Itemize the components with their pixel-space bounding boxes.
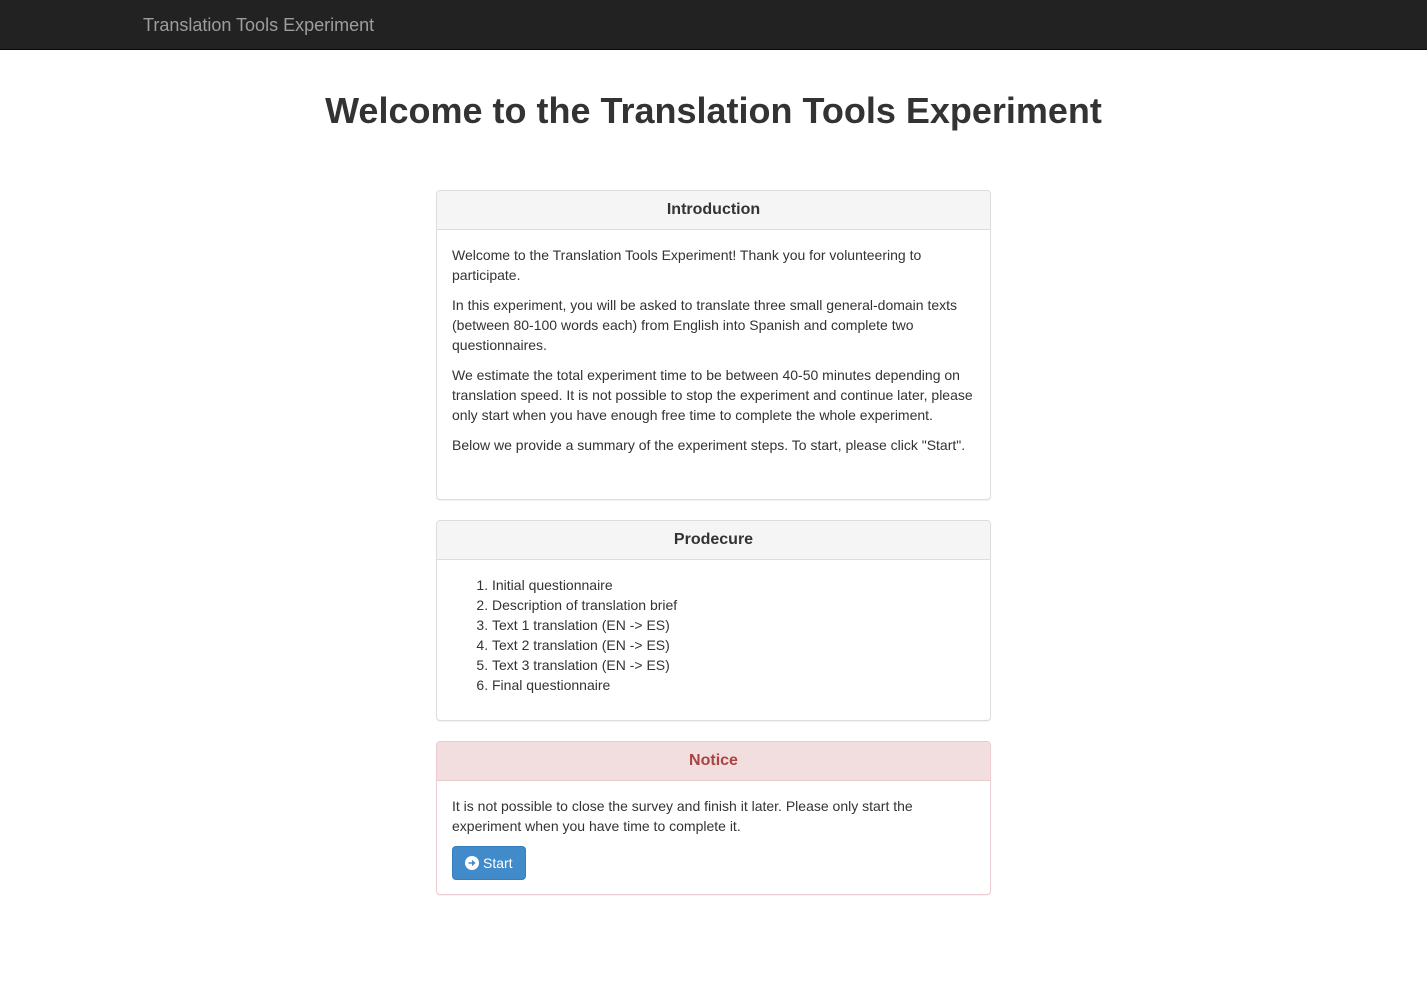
procedure-step: Description of translation brief	[492, 595, 975, 615]
procedure-panel: Prodecure Initial questionnaire Descript…	[436, 520, 991, 721]
top-navbar: Translation Tools Experiment	[0, 0, 1427, 50]
start-button-label: Start	[483, 855, 513, 871]
notice-body: It is not possible to close the survey a…	[437, 781, 990, 880]
page-title: Welcome to the Translation Tools Experim…	[325, 90, 1102, 131]
notice-text: It is not possible to close the survey a…	[452, 798, 913, 834]
notice-heading: Notice	[437, 742, 990, 781]
procedure-step: Final questionnaire	[492, 675, 975, 695]
procedure-step: Text 2 translation (EN -> ES)	[492, 635, 975, 655]
introduction-heading: Introduction	[437, 191, 990, 230]
arrow-circle-right-icon	[465, 849, 479, 870]
navbar-brand-link[interactable]: Translation Tools Experiment	[143, 14, 374, 36]
notice-panel: Notice It is not possible to close the s…	[436, 741, 991, 895]
start-button[interactable]: Start	[452, 846, 526, 880]
procedure-step: Text 3 translation (EN -> ES)	[492, 655, 975, 675]
intro-paragraph: We estimate the total experiment time to…	[452, 367, 973, 423]
introduction-panel: Introduction Welcome to the Translation …	[436, 190, 991, 500]
intro-paragraph: Welcome to the Translation Tools Experim…	[452, 247, 922, 283]
procedure-step: Text 1 translation (EN -> ES)	[492, 615, 975, 635]
intro-paragraph: Below we provide a summary of the experi…	[452, 437, 966, 453]
procedure-heading: Prodecure	[437, 521, 990, 560]
procedure-steps-list: Initial questionnaire Description of tra…	[452, 575, 975, 695]
procedure-body: Initial questionnaire Description of tra…	[437, 560, 990, 695]
introduction-body: Welcome to the Translation Tools Experim…	[437, 230, 990, 455]
intro-paragraph: In this experiment, you will be asked to…	[452, 297, 958, 353]
procedure-step: Initial questionnaire	[492, 575, 975, 595]
